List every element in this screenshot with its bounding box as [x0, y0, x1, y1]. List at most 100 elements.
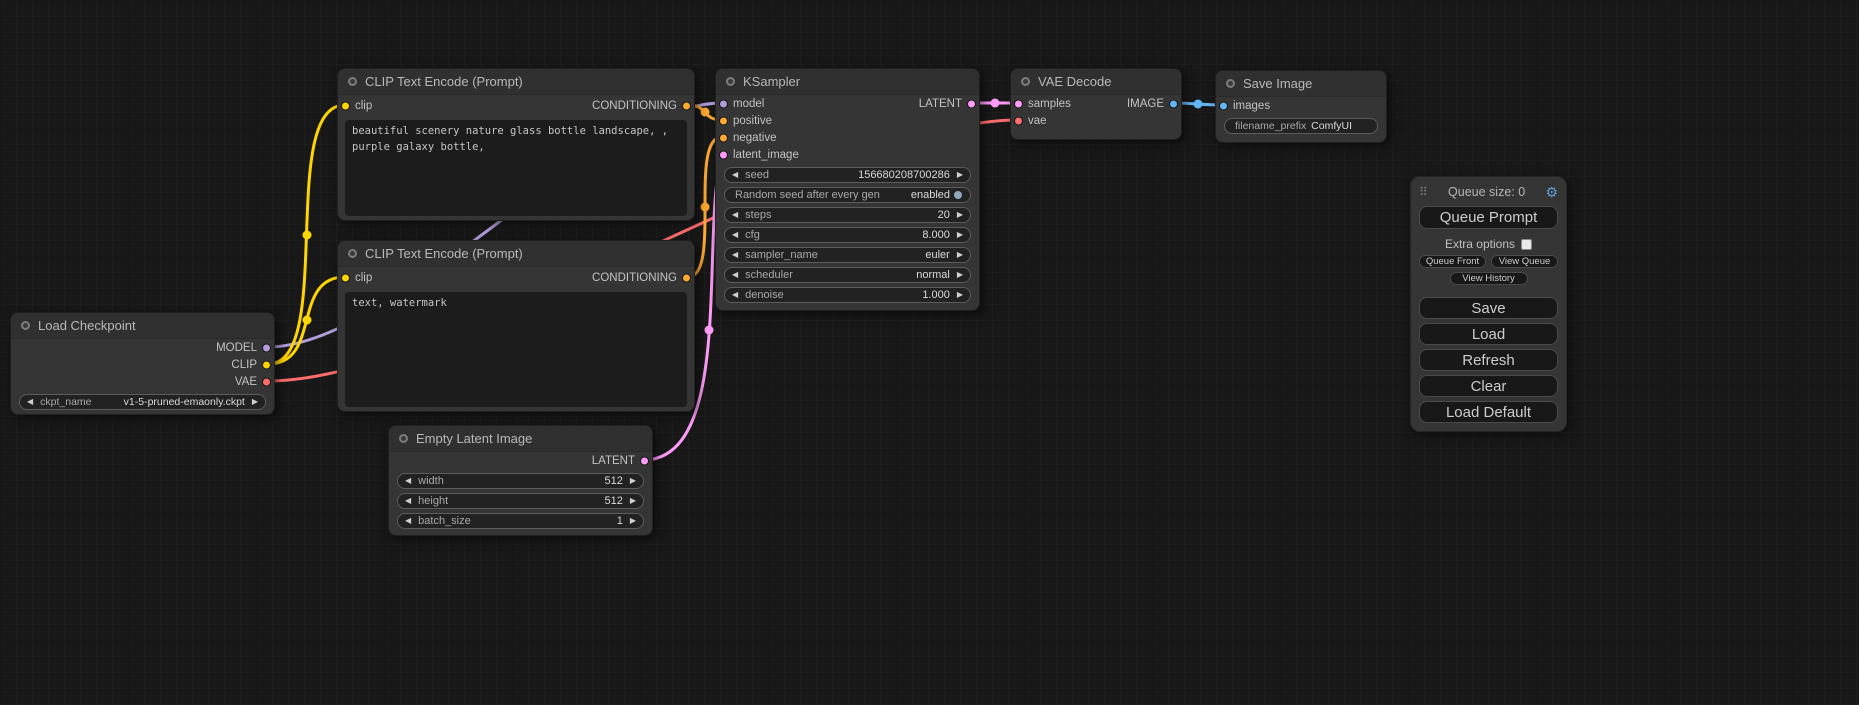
- wire-midpoint-dot[interactable]: [701, 203, 710, 212]
- decrement-arrow-icon[interactable]: ◀: [405, 497, 411, 505]
- widget-value: enabled: [911, 189, 950, 201]
- denoise-widget[interactable]: ◀ denoise 1.000 ▶: [724, 287, 971, 303]
- collapse-dot-icon[interactable]: [21, 321, 30, 330]
- steps-widget[interactable]: ◀ steps 20 ▶: [724, 207, 971, 223]
- increment-arrow-icon[interactable]: ▶: [957, 211, 963, 219]
- node-title-bar[interactable]: KSampler: [716, 69, 979, 95]
- random-seed-toggle-widget[interactable]: Random seed after every gen enabled: [724, 187, 971, 203]
- increment-arrow-icon[interactable]: ▶: [252, 398, 258, 406]
- extra-options-checkbox[interactable]: [1521, 239, 1532, 250]
- decrement-arrow-icon[interactable]: ◀: [405, 517, 411, 525]
- width-widget[interactable]: ◀ width 512 ▶: [397, 473, 644, 489]
- seed-widget[interactable]: ◀ seed 156680208700286 ▶: [724, 167, 971, 183]
- height-widget[interactable]: ◀ height 512 ▶: [397, 493, 644, 509]
- wire-midpoint-dot[interactable]: [701, 108, 710, 117]
- slot-row: latent_image: [716, 146, 979, 163]
- ckpt-name-widget[interactable]: ◀ ckpt_name v1-5-pruned-emaonly.ckpt ▶: [19, 394, 266, 410]
- decrement-arrow-icon[interactable]: ◀: [732, 211, 738, 219]
- decrement-arrow-icon[interactable]: ◀: [405, 477, 411, 485]
- increment-arrow-icon[interactable]: ▶: [957, 251, 963, 259]
- model-output-slot[interactable]: [262, 343, 271, 352]
- sampler-name-widget[interactable]: ◀ sampler_name euler ▶: [724, 247, 971, 263]
- increment-arrow-icon[interactable]: ▶: [957, 271, 963, 279]
- node-title-bar[interactable]: CLIP Text Encode (Prompt): [338, 69, 694, 95]
- decrement-arrow-icon[interactable]: ◀: [732, 291, 738, 299]
- increment-arrow-icon[interactable]: ▶: [630, 497, 636, 505]
- decrement-arrow-icon[interactable]: ◀: [732, 271, 738, 279]
- conditioning-output-slot[interactable]: [682, 102, 691, 111]
- batch-size-widget[interactable]: ◀ batch_size 1 ▶: [397, 513, 644, 529]
- image-output-slot[interactable]: [1169, 99, 1178, 108]
- save-button[interactable]: Save: [1419, 297, 1558, 319]
- settings-gear-icon[interactable]: ⚙: [1545, 185, 1558, 199]
- drag-handle-icon[interactable]: ⠿: [1419, 185, 1428, 199]
- wire-midpoint-dot[interactable]: [705, 326, 714, 335]
- widget-label: sampler_name: [745, 249, 818, 261]
- images-input-slot[interactable]: [1219, 101, 1228, 110]
- node-save-image[interactable]: Save Image images filename_prefix ComfyU…: [1215, 70, 1387, 143]
- clip-input-slot[interactable]: [341, 102, 350, 111]
- latent-output-slot[interactable]: [967, 99, 976, 108]
- refresh-button[interactable]: Refresh: [1419, 349, 1558, 371]
- wire-midpoint-dot[interactable]: [991, 99, 1000, 108]
- filename-prefix-widget[interactable]: filename_prefix ComfyUI: [1224, 118, 1378, 134]
- load-button[interactable]: Load: [1419, 323, 1558, 345]
- node-title: KSampler: [743, 74, 800, 89]
- collapse-dot-icon[interactable]: [348, 77, 357, 86]
- node-title-bar[interactable]: Load Checkpoint: [11, 313, 274, 339]
- decrement-arrow-icon[interactable]: ◀: [732, 251, 738, 259]
- conditioning-output-slot[interactable]: [682, 274, 691, 283]
- node-load-checkpoint[interactable]: Load Checkpoint MODEL CLIP VAE ◀ ckpt_na…: [10, 312, 275, 415]
- node-title-bar[interactable]: CLIP Text Encode (Prompt): [338, 241, 694, 267]
- collapse-dot-icon[interactable]: [1226, 79, 1235, 88]
- vae-input-slot[interactable]: [1014, 116, 1023, 125]
- node-clip-text-encode-positive[interactable]: CLIP Text Encode (Prompt) clip CONDITION…: [337, 68, 695, 221]
- wire-midpoint-dot[interactable]: [303, 231, 312, 240]
- node-title-bar[interactable]: Empty Latent Image: [389, 426, 652, 452]
- collapse-dot-icon[interactable]: [348, 249, 357, 258]
- cfg-widget[interactable]: ◀ cfg 8.000 ▶: [724, 227, 971, 243]
- clip-input-slot[interactable]: [341, 274, 350, 283]
- widget-value: 156680208700286: [858, 169, 950, 181]
- output-slot-label: MODEL: [216, 342, 257, 354]
- decrement-arrow-icon[interactable]: ◀: [732, 231, 738, 239]
- wire-midpoint-dot[interactable]: [1194, 100, 1203, 109]
- increment-arrow-icon[interactable]: ▶: [957, 291, 963, 299]
- increment-arrow-icon[interactable]: ▶: [957, 231, 963, 239]
- load-default-button[interactable]: Load Default: [1419, 401, 1558, 423]
- clear-button[interactable]: Clear: [1419, 375, 1558, 397]
- node-clip-text-encode-negative[interactable]: CLIP Text Encode (Prompt) clip CONDITION…: [337, 240, 695, 412]
- positive-prompt-textarea[interactable]: beautiful scenery nature glass bottle la…: [345, 120, 687, 216]
- wire-midpoint-dot[interactable]: [303, 316, 312, 325]
- vae-output-slot[interactable]: [262, 377, 271, 386]
- node-title-bar[interactable]: VAE Decode: [1011, 69, 1181, 95]
- latent-image-input-slot[interactable]: [719, 150, 728, 159]
- negative-prompt-textarea[interactable]: text, watermark: [345, 292, 687, 407]
- node-vae-decode[interactable]: VAE Decode samples IMAGE vae: [1010, 68, 1182, 140]
- slot-row: negative: [716, 129, 979, 146]
- increment-arrow-icon[interactable]: ▶: [630, 517, 636, 525]
- samples-input-slot[interactable]: [1014, 99, 1023, 108]
- collapse-dot-icon[interactable]: [726, 77, 735, 86]
- widget-value: 8.000: [922, 229, 950, 241]
- view-queue-button[interactable]: View Queue: [1491, 255, 1558, 268]
- node-empty-latent-image[interactable]: Empty Latent Image LATENT ◀ width 512 ▶ …: [388, 425, 653, 536]
- clip-output-slot[interactable]: [262, 360, 271, 369]
- model-input-slot[interactable]: [719, 99, 728, 108]
- node-ksampler[interactable]: KSampler model LATENT positive negative …: [715, 68, 980, 311]
- view-history-button[interactable]: View History: [1450, 272, 1528, 285]
- latent-output-slot[interactable]: [640, 456, 649, 465]
- scheduler-widget[interactable]: ◀ scheduler normal ▶: [724, 267, 971, 283]
- increment-arrow-icon[interactable]: ▶: [630, 477, 636, 485]
- node-title-bar[interactable]: Save Image: [1216, 71, 1386, 97]
- decrement-arrow-icon[interactable]: ◀: [732, 171, 738, 179]
- toggle-dot[interactable]: [953, 190, 963, 200]
- queue-front-button[interactable]: Queue Front: [1419, 255, 1486, 268]
- decrement-arrow-icon[interactable]: ◀: [27, 398, 33, 406]
- negative-input-slot[interactable]: [719, 133, 728, 142]
- increment-arrow-icon[interactable]: ▶: [957, 171, 963, 179]
- positive-input-slot[interactable]: [719, 116, 728, 125]
- queue-prompt-button[interactable]: Queue Prompt: [1419, 206, 1558, 229]
- collapse-dot-icon[interactable]: [1021, 77, 1030, 86]
- collapse-dot-icon[interactable]: [399, 434, 408, 443]
